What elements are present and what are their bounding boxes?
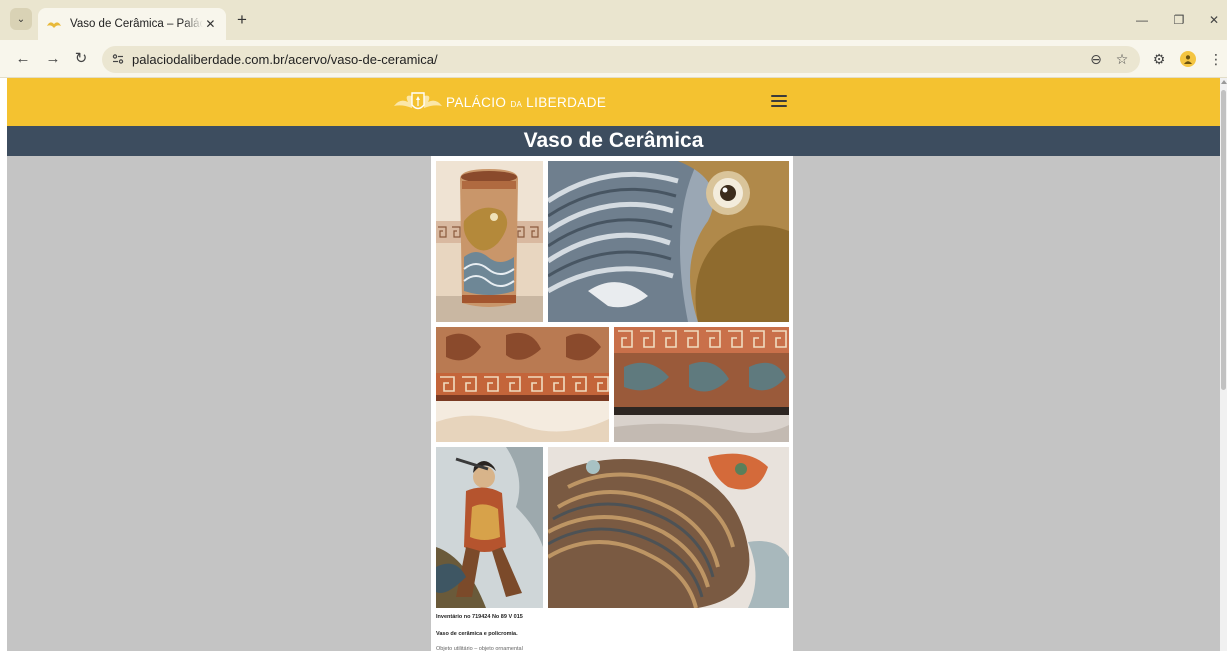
extension-icon[interactable]: ⚙ <box>1150 50 1168 68</box>
tab-search-button[interactable]: ⌄ <box>10 8 32 30</box>
caption-description: Vaso de cerâmica e policromia. <box>436 631 518 637</box>
vase-dragon-scales-detail[interactable] <box>548 447 789 608</box>
title-bar: Vaso de Cerâmica <box>7 126 1220 156</box>
hamburger-menu-icon[interactable] <box>771 95 787 109</box>
bookmark-star-icon[interactable]: ☆ <box>1114 51 1130 67</box>
vase-meander-border-base[interactable] <box>614 327 789 442</box>
site-header: PALÁCIO DA LIBERDADE <box>7 78 1220 126</box>
zoom-icon[interactable]: ⊖ <box>1088 51 1104 67</box>
site-logo[interactable]: PALÁCIO DA LIBERDADE <box>392 90 606 114</box>
vase-warrior-figure[interactable] <box>436 447 543 608</box>
scroll-up-arrow-icon[interactable] <box>1221 80 1227 84</box>
vase-meander-border-top[interactable] <box>436 327 609 442</box>
brand-word-liberdade: LIBERDADE <box>526 94 607 110</box>
page-title: Vaso de Cerâmica <box>523 129 704 152</box>
browser-tab-strip: ⌄ Vaso de Cerâmica – Palácio da Liberdad… <box>0 0 1227 40</box>
site-brand-text: PALÁCIO DA LIBERDADE <box>446 95 606 110</box>
restore-window-button[interactable]: ❐ <box>1171 12 1187 28</box>
tab-title: Vaso de Cerâmica – Palácio da Liberdade <box>70 18 203 30</box>
tab-close-icon[interactable]: ✕ <box>203 16 218 32</box>
vase-fish-eye-detail[interactable] <box>548 161 789 322</box>
page-viewport: PALÁCIO DA LIBERDADE Vaso de Cerâmica In… <box>0 78 1227 651</box>
url-text: palaciodaliberdade.com.br/acervo/vaso-de… <box>132 52 438 67</box>
close-window-button[interactable]: ✕ <box>1206 12 1222 28</box>
vase-full-view[interactable] <box>436 161 543 322</box>
chevron-down-icon: ⌄ <box>16 13 26 25</box>
forward-arrow-icon[interactable]: → <box>44 50 62 68</box>
new-tab-button[interactable]: + <box>234 11 250 28</box>
palace-emblem-icon <box>394 92 442 110</box>
caption-object-type: Objeto utilitário – objeto ornamental <box>436 646 523 651</box>
minimize-window-button[interactable]: — <box>1134 12 1150 28</box>
page-scrollbar[interactable] <box>1220 78 1227 651</box>
brand-word-palacio: PALÁCIO <box>446 94 507 110</box>
reload-icon[interactable]: ↻ <box>72 50 90 68</box>
scrollbar-thumb[interactable] <box>1221 90 1226 390</box>
browser-tab-active[interactable]: Vaso de Cerâmica – Palácio da Liberdade … <box>38 8 226 40</box>
site-settings-icon[interactable] <box>110 51 126 67</box>
address-bar[interactable]: palaciodaliberdade.com.br/acervo/vaso-de… <box>102 46 1140 73</box>
back-arrow-icon[interactable]: ← <box>14 50 32 68</box>
caption-inventory: Inventário no 719424 No 89 V 015 <box>436 614 523 620</box>
profile-avatar-icon[interactable] <box>1180 51 1196 67</box>
brand-word-da: DA <box>510 99 522 109</box>
site-favicon-icon <box>46 17 62 31</box>
page-left-edge <box>0 78 7 651</box>
browser-menu-icon[interactable]: ⋮ <box>1207 50 1225 68</box>
browser-toolbar: ← → ↻ palaciodaliberdade.com.br/acervo/v… <box>0 40 1227 78</box>
article-content: Inventário no 719424 No 89 V 015 Vaso de… <box>431 156 793 651</box>
